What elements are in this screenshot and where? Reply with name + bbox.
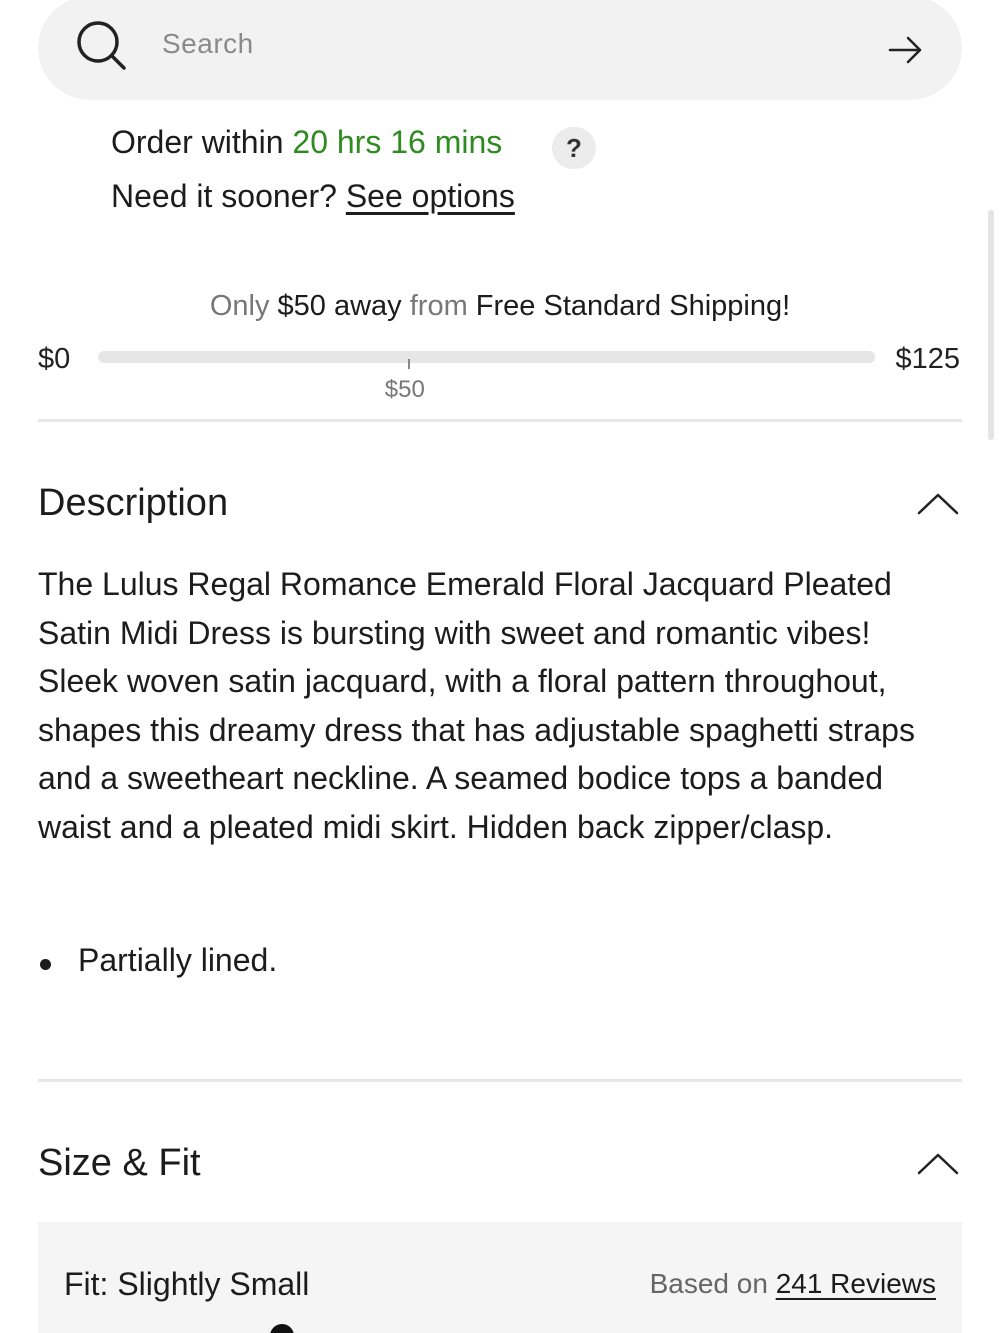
free-shipping-message: Only $50 away from Free Standard Shippin… [0,290,1000,323]
search-input[interactable]: Search [162,28,254,60]
search-icon[interactable] [74,18,130,74]
need-sooner-text: Need it sooner? See options [111,178,515,215]
fit-scale-marker [270,1324,294,1333]
order-countdown: 20 hrs 16 mins [292,124,503,160]
chevron-up-icon[interactable] [916,1152,960,1176]
ship-msg-target: Free Standard Shipping! [475,290,791,322]
order-prefix: Order within [111,124,293,160]
shipping-range-min: $0 [38,343,71,375]
size-fit-title: Size & Fit [38,1142,201,1184]
help-icon[interactable]: ? [552,127,596,169]
description-title: Description [38,482,229,524]
ship-msg-from: from [401,290,476,322]
divider [38,419,962,422]
ship-msg-only: Only [209,290,278,322]
see-options-link[interactable]: See options [346,178,515,214]
description-body: The Lulus Regal Romance Emerald Floral J… [38,566,915,845]
ship-msg-amount: $50 away [277,290,402,322]
fit-panel: Fit: Slightly Small Based on 241 Reviews [38,1222,962,1333]
bullet-dot [40,959,51,970]
fit-label: Fit: Slightly Small [64,1266,310,1302]
shipping-progress-bar [98,351,875,363]
shipping-range-max: $125 [895,343,960,375]
chevron-up-icon[interactable] [916,492,960,516]
divider [38,1079,962,1082]
fit-based-prefix: Based on [649,1268,776,1299]
shipping-progress-tick [407,359,410,369]
fit-based-on: Based on 241 Reviews [650,1268,936,1300]
search-bar[interactable]: Search [38,0,962,100]
shipping-progress-tick-label: $50 [384,376,425,403]
reviews-link[interactable]: 241 Reviews [776,1268,936,1299]
arrow-right-icon[interactable] [886,30,926,70]
order-within-text: Order within 20 hrs 16 mins [111,124,502,161]
sooner-prefix: Need it sooner? [111,178,346,214]
bullet-item: Partially lined. [78,942,278,978]
scrollbar[interactable] [988,210,994,440]
